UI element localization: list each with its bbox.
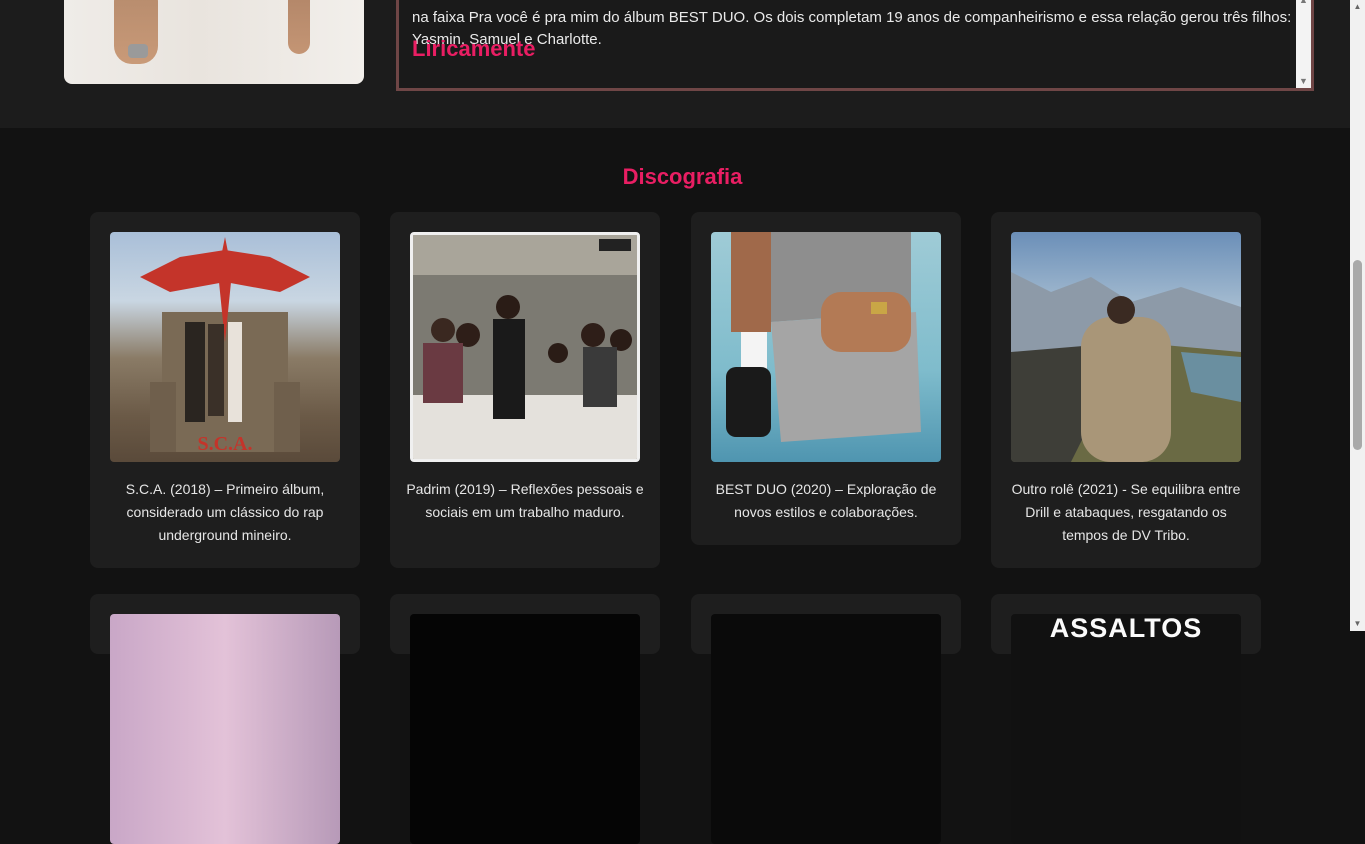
album-cover-sca[interactable]: S.C.A. xyxy=(110,232,340,462)
scroll-down-icon[interactable]: ▼ xyxy=(1296,74,1311,88)
album-card[interactable]: S.C.A. S.C.A. (2018) – Primeiro álbum, c… xyxy=(90,212,360,568)
album-cover[interactable] xyxy=(110,614,340,844)
album-cover-title: ASSALTOS xyxy=(1049,614,1203,643)
album-caption: Padrim (2019) – Reflexões pessoais e soc… xyxy=(406,481,644,520)
album-art: S.C.A. xyxy=(140,237,310,455)
album-caption: BEST DUO (2020) – Exploração de novos es… xyxy=(715,481,937,520)
bio-scrollbar[interactable]: ▲ ▼ xyxy=(1296,0,1311,88)
artist-bio-section: na faixa Pra você é pra mim do álbum BES… xyxy=(0,0,1365,128)
album-caption: S.C.A. (2018) – Primeiro álbum, consider… xyxy=(125,481,325,543)
page-scrollbar[interactable]: ▲ ▼ xyxy=(1350,0,1365,631)
scroll-up-icon[interactable]: ▲ xyxy=(1350,0,1365,14)
bio-textarea[interactable]: na faixa Pra você é pra mim do álbum BES… xyxy=(396,0,1314,91)
bio-text: na faixa Pra você é pra mim do álbum BES… xyxy=(412,9,1292,48)
album-art xyxy=(413,235,637,459)
album-art xyxy=(1011,272,1241,462)
album-card[interactable]: Padrim (2019) – Reflexões pessoais e soc… xyxy=(390,212,660,568)
album-card[interactable] xyxy=(390,594,660,844)
discography-title: Discografia xyxy=(622,164,743,189)
album-caption: Outro rolê (2021) - Se equilibra entre D… xyxy=(1011,481,1241,543)
album-card[interactable]: BEST DUO (2020) – Exploração de novos es… xyxy=(691,212,961,545)
lyrics-heading: Liricamente xyxy=(412,36,536,61)
album-card[interactable]: Outro rolê (2021) - Se equilibra entre D… xyxy=(991,212,1261,568)
album-cover-outro-role[interactable] xyxy=(1011,232,1241,462)
album-cover-best-duo[interactable] xyxy=(711,232,941,462)
artist-photo xyxy=(64,0,364,84)
album-cover[interactable] xyxy=(711,614,941,844)
album-cover-assaltos[interactable]: ASSALTOS xyxy=(1011,614,1241,844)
svg-text:S.C.A.: S.C.A. xyxy=(197,433,252,455)
album-cover-padrim[interactable] xyxy=(410,232,640,462)
scroll-down-icon[interactable]: ▼ xyxy=(1350,617,1365,631)
album-card[interactable] xyxy=(691,594,961,844)
album-card[interactable] xyxy=(90,594,360,844)
scrollbar-thumb[interactable] xyxy=(1353,260,1362,450)
watch-icon xyxy=(128,44,148,58)
album-cover[interactable] xyxy=(410,614,640,844)
scroll-up-icon[interactable]: ▲ xyxy=(1296,0,1311,7)
album-card[interactable]: ASSALTOS xyxy=(991,594,1261,844)
album-art xyxy=(726,232,921,442)
